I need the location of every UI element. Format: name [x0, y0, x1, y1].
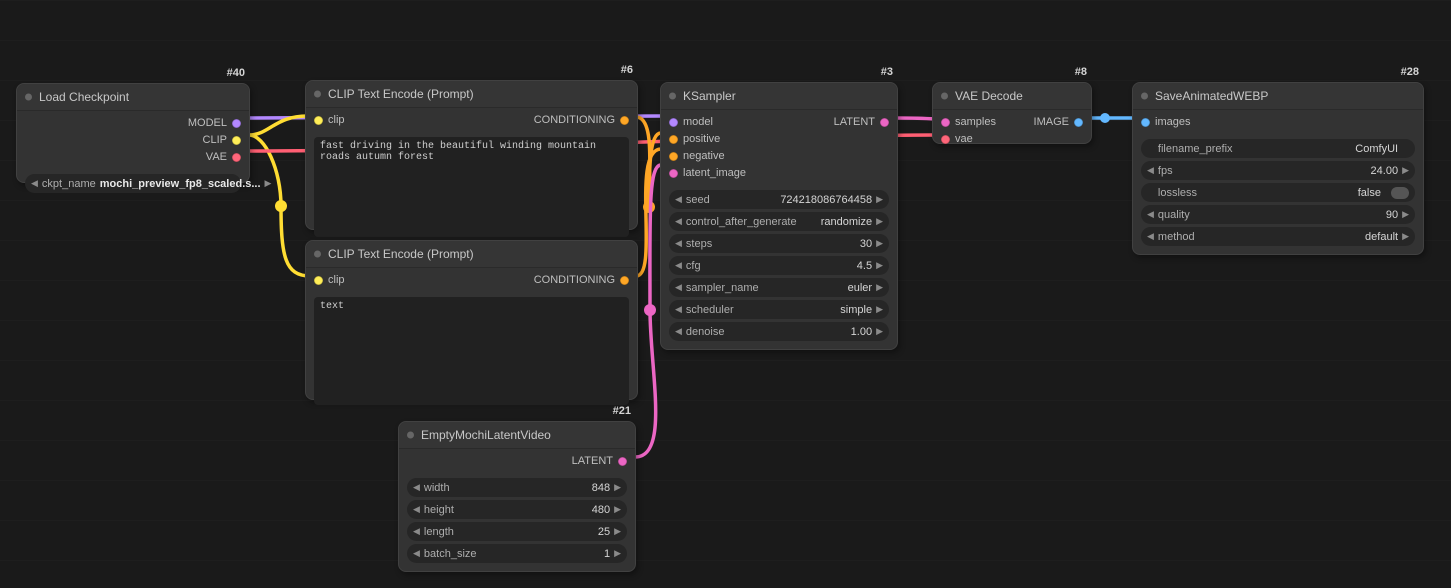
- output-latent[interactable]: LATENT: [834, 114, 889, 131]
- widget-quality[interactable]: ◀quality 90▶: [1141, 205, 1415, 224]
- chevron-right-icon: ▶: [265, 178, 272, 189]
- chevron-left-icon: ◀: [31, 178, 38, 189]
- node-title[interactable]: EmptyMochiLatentVideo: [399, 422, 635, 449]
- input-samples[interactable]: samples: [941, 114, 996, 131]
- widget-width[interactable]: ◀width 848▶: [407, 478, 627, 497]
- node-id: #40: [227, 67, 245, 79]
- output-vae[interactable]: VAE: [206, 149, 241, 166]
- widget-lossless[interactable]: ◀lossless false: [1141, 183, 1415, 202]
- node-empty-mochi-latent-video[interactable]: #21 EmptyMochiLatentVideo LATENT ◀width …: [398, 421, 636, 572]
- prompt-textarea[interactable]: text: [314, 297, 629, 405]
- node-title[interactable]: CLIP Text Encode (Prompt): [306, 241, 637, 268]
- node-id: #8: [1075, 66, 1087, 78]
- node-id: #3: [881, 66, 893, 78]
- widget-method[interactable]: ◀method default▶: [1141, 227, 1415, 246]
- input-negative[interactable]: negative: [669, 148, 725, 165]
- widget-batch-size[interactable]: ◀batch_size 1▶: [407, 544, 627, 563]
- output-model[interactable]: MODEL: [188, 115, 241, 132]
- node-title[interactable]: CLIP Text Encode (Prompt): [306, 81, 637, 108]
- node-vae-decode[interactable]: #8 VAE Decode samples IMAGE vae: [932, 82, 1092, 144]
- widget-control-after-generate[interactable]: ◀control_after_generate randomize▶: [669, 212, 889, 231]
- input-clip[interactable]: clip: [314, 112, 345, 129]
- node-graph-canvas[interactable]: #40 Load Checkpoint MODEL CLIP VAE ◀ ckp…: [0, 0, 1451, 588]
- node-title[interactable]: VAE Decode: [933, 83, 1091, 110]
- input-model[interactable]: model: [669, 114, 713, 131]
- widget-ckpt-name[interactable]: ◀ ckpt_name mochi_preview_fp8_scaled.s..…: [25, 174, 241, 193]
- output-conditioning[interactable]: CONDITIONING: [534, 112, 629, 129]
- prompt-textarea[interactable]: fast driving in the beautiful winding mo…: [314, 137, 629, 237]
- widget-height[interactable]: ◀height 480▶: [407, 500, 627, 519]
- node-ksampler[interactable]: #3 KSampler model LATENT positive negati…: [660, 82, 898, 350]
- output-clip[interactable]: CLIP: [203, 132, 241, 149]
- widget-filename-prefix[interactable]: ◀filename_prefix ComfyUI▶: [1141, 139, 1415, 158]
- input-images[interactable]: images: [1141, 114, 1190, 131]
- node-title[interactable]: SaveAnimatedWEBP: [1133, 83, 1423, 110]
- node-id: #21: [613, 405, 631, 417]
- output-conditioning[interactable]: CONDITIONING: [534, 272, 629, 289]
- widget-scheduler[interactable]: ◀scheduler simple▶: [669, 300, 889, 319]
- widget-denoise[interactable]: ◀denoise 1.00▶: [669, 322, 889, 341]
- node-title[interactable]: Load Checkpoint: [17, 84, 249, 111]
- node-load-checkpoint[interactable]: #40 Load Checkpoint MODEL CLIP VAE ◀ ckp…: [16, 83, 250, 183]
- output-latent[interactable]: LATENT: [572, 453, 627, 470]
- node-id: #28: [1401, 66, 1419, 78]
- input-positive[interactable]: positive: [669, 131, 720, 148]
- node-title[interactable]: KSampler: [661, 83, 897, 110]
- node-clip-text-encode-negative[interactable]: CLIP Text Encode (Prompt) clip CONDITION…: [305, 240, 638, 400]
- widget-steps[interactable]: ◀steps 30▶: [669, 234, 889, 253]
- widget-length[interactable]: ◀length 25▶: [407, 522, 627, 541]
- input-vae[interactable]: vae: [941, 131, 973, 148]
- input-latent-image[interactable]: latent_image: [669, 165, 746, 182]
- widget-fps[interactable]: ◀fps 24.00▶: [1141, 161, 1415, 180]
- node-save-animated-webp[interactable]: #28 SaveAnimatedWEBP images ◀filename_pr…: [1132, 82, 1424, 255]
- widget-sampler-name[interactable]: ◀sampler_name euler▶: [669, 278, 889, 297]
- input-clip[interactable]: clip: [314, 272, 345, 289]
- node-clip-text-encode-positive[interactable]: #6 CLIP Text Encode (Prompt) clip CONDIT…: [305, 80, 638, 230]
- widget-cfg[interactable]: ◀cfg 4.5▶: [669, 256, 889, 275]
- widget-seed[interactable]: ◀seed 724218086764458▶: [669, 190, 889, 209]
- node-id: #6: [621, 64, 633, 76]
- output-image[interactable]: IMAGE: [1034, 114, 1083, 131]
